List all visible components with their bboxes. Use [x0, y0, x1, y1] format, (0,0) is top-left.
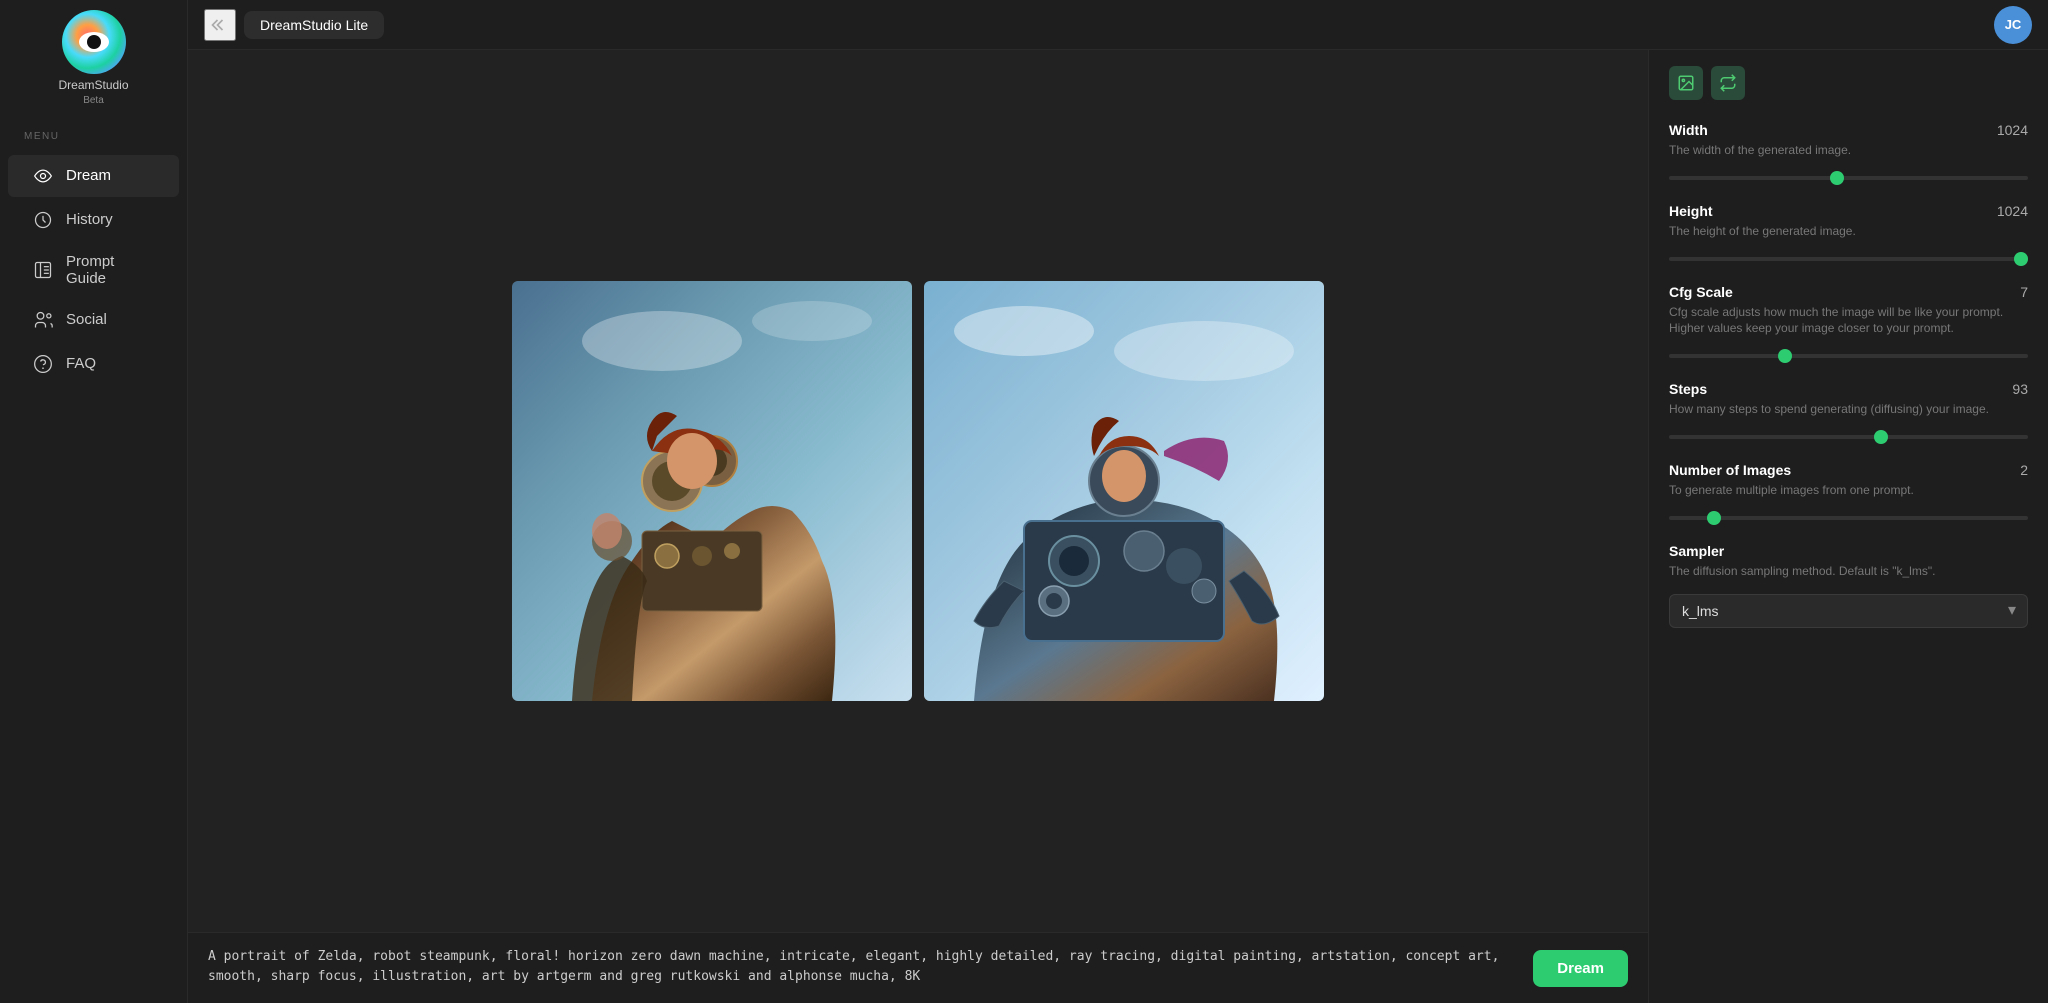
logo-name: DreamStudio Beta: [58, 78, 128, 107]
sidebar-item-prompt-guide[interactable]: Prompt Guide: [8, 243, 179, 297]
book-icon: [32, 259, 54, 281]
steps-desc: How many steps to spend generating (diff…: [1669, 401, 2028, 418]
sampler-header: Sampler: [1669, 543, 2028, 559]
image-icon-button[interactable]: [1669, 66, 1703, 100]
user-avatar[interactable]: JC: [1994, 6, 2032, 44]
sampler-label: Sampler: [1669, 543, 1724, 559]
prompt-bar: A portrait of Zelda, robot steampunk, fl…: [188, 932, 1648, 1003]
logo[interactable]: DreamStudio Beta: [58, 10, 128, 107]
num-images-desc: To generate multiple images from one pro…: [1669, 482, 2028, 499]
sidebar-item-social-label: Social: [66, 311, 107, 328]
active-tab[interactable]: DreamStudio Lite: [244, 11, 384, 39]
sidebar-item-dream-label: Dream: [66, 167, 111, 184]
num-images-value: 2: [2020, 462, 2028, 478]
height-desc: The height of the generated image.: [1669, 223, 2028, 240]
users-icon: [32, 309, 54, 331]
panel-top-icons: [1669, 66, 2028, 100]
image-svg-1: [512, 281, 912, 701]
logo-eye: [79, 32, 109, 52]
width-slider[interactable]: [1669, 176, 2028, 180]
height-setting: Height 1024 The height of the generated …: [1669, 203, 2028, 266]
swap-icon-button[interactable]: [1711, 66, 1745, 100]
images-grid: [188, 50, 1648, 932]
num-images-header: Number of Images 2: [1669, 462, 2028, 478]
num-images-slider[interactable]: [1669, 516, 2028, 520]
width-desc: The width of the generated image.: [1669, 142, 2028, 159]
top-bar: DreamStudio Lite JC: [188, 0, 2048, 50]
height-header: Height 1024: [1669, 203, 2028, 219]
steps-value: 93: [2012, 381, 2028, 397]
menu-label: MENU: [0, 131, 59, 142]
cfg-scale-setting: Cfg Scale 7 Cfg scale adjusts how much t…: [1669, 284, 2028, 364]
clock-icon: [32, 209, 54, 231]
cfg-scale-label: Cfg Scale: [1669, 284, 1733, 300]
sampler-setting: Sampler The diffusion sampling method. D…: [1669, 543, 2028, 628]
sampler-select[interactable]: k_lms k_euler k_euler_ancestral k_heun k…: [1669, 594, 2028, 628]
help-icon: [32, 353, 54, 375]
logo-pupil: [87, 35, 101, 49]
steps-header: Steps 93: [1669, 381, 2028, 397]
generated-image-1[interactable]: [512, 281, 912, 701]
sidebar-item-history-label: History: [66, 211, 113, 228]
cfg-scale-slider[interactable]: [1669, 354, 2028, 358]
prompt-input[interactable]: A portrait of Zelda, robot steampunk, fl…: [208, 947, 1521, 989]
logo-beta: Beta: [58, 94, 128, 107]
sidebar-item-history[interactable]: History: [8, 199, 179, 241]
steps-label: Steps: [1669, 381, 1707, 397]
num-images-slider-container[interactable]: [1669, 507, 2028, 525]
cfg-scale-slider-container[interactable]: [1669, 345, 2028, 363]
back-button[interactable]: [204, 9, 236, 41]
steps-slider-container[interactable]: [1669, 426, 2028, 444]
width-slider-container[interactable]: [1669, 167, 2028, 185]
sidebar-item-social[interactable]: Social: [8, 299, 179, 341]
num-images-setting: Number of Images 2 To generate multiple …: [1669, 462, 2028, 525]
main-area: DreamStudio Lite JC: [188, 0, 2048, 1003]
dream-button[interactable]: Dream: [1533, 950, 1628, 987]
logo-circle: [62, 10, 126, 74]
width-label: Width: [1669, 122, 1708, 138]
height-slider[interactable]: [1669, 257, 2028, 261]
sidebar-item-faq[interactable]: FAQ: [8, 343, 179, 385]
eye-icon: [32, 165, 54, 187]
height-value: 1024: [1997, 203, 2028, 219]
image-svg-2: [924, 281, 1324, 701]
cfg-scale-desc: Cfg scale adjusts how much the image wil…: [1669, 304, 2028, 338]
sidebar-item-faq-label: FAQ: [66, 355, 96, 372]
sidebar-item-prompt-guide-label: Prompt Guide: [66, 253, 155, 287]
cfg-scale-value: 7: [2020, 284, 2028, 300]
nav-menu: Dream History Prompt Guide Social FAQ: [0, 154, 187, 386]
sampler-desc: The diffusion sampling method. Default i…: [1669, 563, 2028, 580]
sidebar-item-dream[interactable]: Dream: [8, 155, 179, 197]
content-area: A portrait of Zelda, robot steampunk, fl…: [188, 50, 2048, 1003]
sidebar: DreamStudio Beta MENU Dream History Prom…: [0, 0, 188, 1003]
steps-setting: Steps 93 How many steps to spend generat…: [1669, 381, 2028, 444]
width-header: Width 1024: [1669, 122, 2028, 138]
canvas-area: A portrait of Zelda, robot steampunk, fl…: [188, 50, 1648, 1003]
cfg-scale-header: Cfg Scale 7: [1669, 284, 2028, 300]
num-images-label: Number of Images: [1669, 462, 1791, 478]
right-panel: Width 1024 The width of the generated im…: [1648, 50, 2048, 1003]
height-slider-container[interactable]: [1669, 248, 2028, 266]
width-setting: Width 1024 The width of the generated im…: [1669, 122, 2028, 185]
width-value: 1024: [1997, 122, 2028, 138]
steps-slider[interactable]: [1669, 435, 2028, 439]
height-label: Height: [1669, 203, 1713, 219]
sampler-select-wrapper[interactable]: k_lms k_euler k_euler_ancestral k_heun k…: [1669, 588, 2028, 628]
generated-image-2[interactable]: [924, 281, 1324, 701]
